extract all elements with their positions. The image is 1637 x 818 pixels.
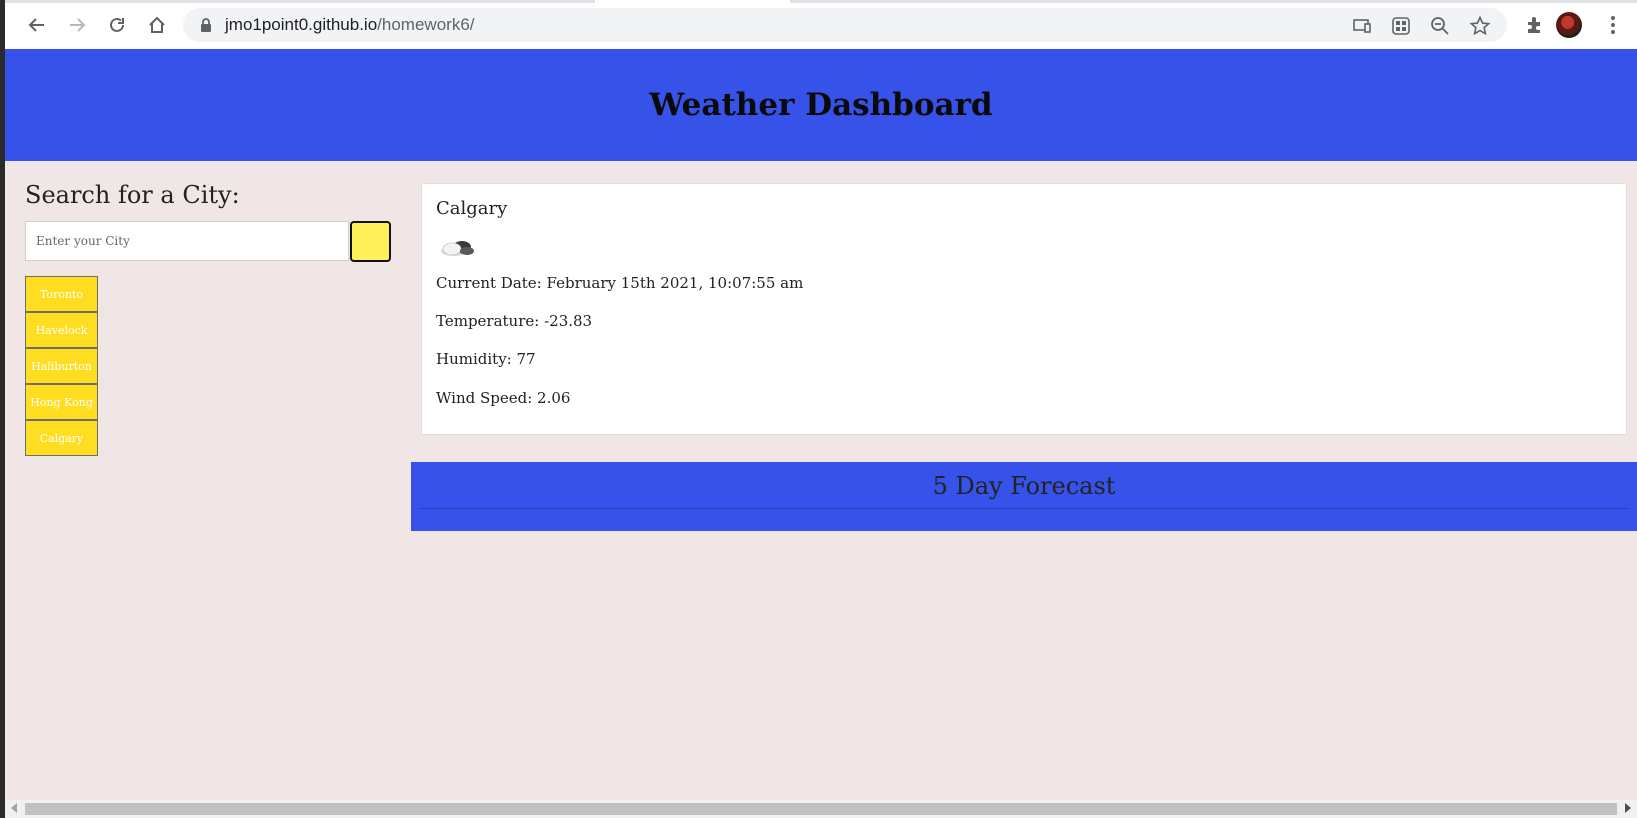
search-title: Search for a City: [25,181,240,209]
cloud-icon [441,241,474,256]
forward-icon[interactable] [62,10,92,40]
city-history-button[interactable]: Hong Kong [25,384,98,420]
tab-strip [5,0,1637,3]
zoom-out-icon[interactable] [1429,15,1451,37]
city-history-button[interactable]: Toronto [25,276,98,312]
current-humidity: Humidity: 77 [436,350,536,368]
menu-icon[interactable] [1599,11,1627,39]
home-icon[interactable] [142,10,172,40]
address-bar[interactable]: jmo1point0.github.io/homework6/ [183,8,1507,42]
scroll-left-icon[interactable] [11,803,17,813]
search-history-list: Toronto Havelock Haliburton Hong Kong Ca… [25,276,98,456]
forecast-title: 5 Day Forecast [932,472,1116,500]
qr-icon[interactable] [1390,15,1412,37]
star-icon[interactable] [1469,15,1491,37]
city-history-button[interactable]: Calgary [25,420,98,456]
current-weather-card: Calgary Current Date: February 15th 2021… [421,183,1627,435]
back-icon[interactable] [22,10,52,40]
lock-icon[interactable] [197,16,215,34]
current-wind-speed: Wind Speed: 2.06 [436,389,571,407]
horizontal-scrollbar[interactable] [5,800,1637,818]
forecast-section: 5 Day Forecast [411,462,1637,531]
city-history-button[interactable]: Havelock [25,312,98,348]
current-temperature: Temperature: -23.83 [436,312,593,330]
forecast-divider [419,508,1629,509]
search-button[interactable] [350,221,391,262]
cast-icon[interactable] [1351,15,1373,37]
city-history-button[interactable]: Haliburton [25,348,98,384]
current-city-name: Calgary [436,198,508,219]
current-date: Current Date: February 15th 2021, 10:07:… [436,274,804,292]
active-tab-edge[interactable] [595,0,790,3]
page-title: Weather Dashboard [649,87,993,123]
reload-icon[interactable] [102,10,132,40]
scroll-right-icon[interactable] [1625,803,1631,813]
extensions-icon[interactable] [1521,11,1549,39]
browser-toolbar: jmo1point0.github.io/homework6/ [5,0,1637,50]
avatar [1556,12,1582,38]
site-header: Weather Dashboard [5,49,1637,161]
city-search-input[interactable] [25,221,349,261]
url-text[interactable]: jmo1point0.github.io/homework6/ [225,15,475,35]
scrollbar-thumb[interactable] [25,803,1617,815]
url-path: /homework6/ [377,15,475,34]
url-host: jmo1point0.github.io [225,15,378,34]
profile-avatar[interactable] [1555,11,1583,39]
